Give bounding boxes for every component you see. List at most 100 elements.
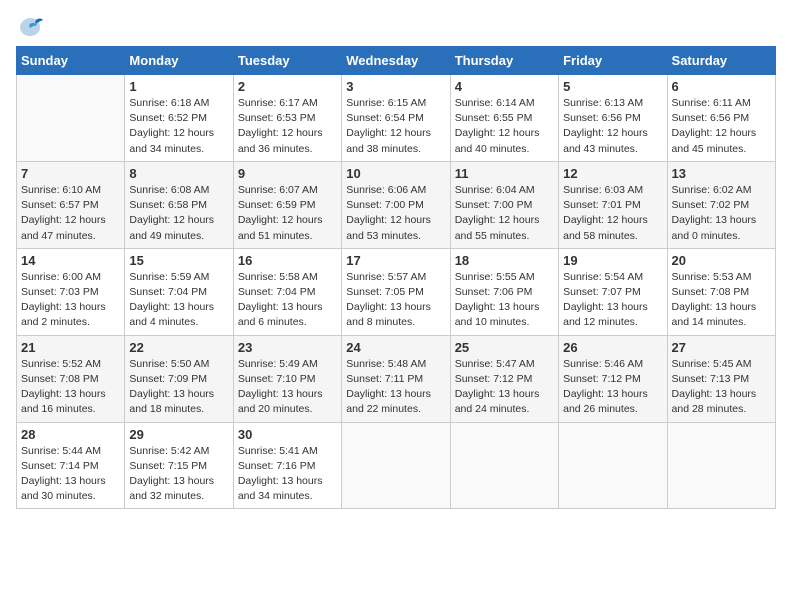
day-number: 6 xyxy=(672,79,771,94)
calendar-cell: 10Sunrise: 6:06 AM Sunset: 7:00 PM Dayli… xyxy=(342,161,450,248)
day-info: Sunrise: 5:45 AM Sunset: 7:13 PM Dayligh… xyxy=(672,357,771,418)
calendar-cell: 20Sunrise: 5:53 AM Sunset: 7:08 PM Dayli… xyxy=(667,248,775,335)
day-info: Sunrise: 5:42 AM Sunset: 7:15 PM Dayligh… xyxy=(129,444,228,505)
day-info: Sunrise: 5:58 AM Sunset: 7:04 PM Dayligh… xyxy=(238,270,337,331)
day-info: Sunrise: 6:11 AM Sunset: 6:56 PM Dayligh… xyxy=(672,96,771,157)
calendar-cell: 9 Sunrise: 6:07 AM Sunset: 6:59 PM Daylig… xyxy=(233,161,341,248)
day-number: 8 xyxy=(129,166,228,181)
calendar-header-friday: Friday xyxy=(559,47,667,75)
day-number: 15 xyxy=(129,253,228,268)
calendar-header-sunday: Sunday xyxy=(17,47,125,75)
day-info: Sunrise: 6:02 AM Sunset: 7:02 PM Dayligh… xyxy=(672,183,771,244)
day-number: 11 xyxy=(455,166,554,181)
calendar-cell: 21 Sunrise: 5:52 AM Sunset: 7:08 PM Dayli… xyxy=(17,335,125,422)
calendar-cell: 1 Sunrise: 6:18 AM Sunset: 6:52 PM Daylig… xyxy=(125,75,233,162)
calendar-cell: 7 Sunrise: 6:10 AM Sunset: 6:57 PM Daylig… xyxy=(17,161,125,248)
calendar-cell: 12 Sunrise: 6:03 AM Sunset: 7:01 PM Dayli… xyxy=(559,161,667,248)
calendar-cell: 27 Sunrise: 5:45 AM Sunset: 7:13 PM Dayli… xyxy=(667,335,775,422)
calendar-cell: 5 Sunrise: 6:13 AM Sunset: 6:56 PM Daylig… xyxy=(559,75,667,162)
day-number: 30 xyxy=(238,427,337,442)
day-number: 4 xyxy=(455,79,554,94)
day-info: Sunrise: 5:57 AM Sunset: 7:05 PM Dayligh… xyxy=(346,270,445,331)
calendar-header-wednesday: Wednesday xyxy=(342,47,450,75)
day-info: Sunrise: 5:52 AM Sunset: 7:08 PM Dayligh… xyxy=(21,357,120,418)
calendar-week-row: 21 Sunrise: 5:52 AM Sunset: 7:08 PM Dayli… xyxy=(17,335,776,422)
header xyxy=(16,16,776,38)
calendar-cell: 11Sunrise: 6:04 AM Sunset: 7:00 PM Dayli… xyxy=(450,161,558,248)
calendar-cell: 26 Sunrise: 5:46 AM Sunset: 7:12 PM Dayli… xyxy=(559,335,667,422)
calendar-header-tuesday: Tuesday xyxy=(233,47,341,75)
calendar-cell: 18Sunrise: 5:55 AM Sunset: 7:06 PM Dayli… xyxy=(450,248,558,335)
day-info: Sunrise: 6:08 AM Sunset: 6:58 PM Dayligh… xyxy=(129,183,228,244)
day-number: 27 xyxy=(672,340,771,355)
calendar-cell: 4 Sunrise: 6:14 AM Sunset: 6:55 PM Daylig… xyxy=(450,75,558,162)
calendar-header-saturday: Saturday xyxy=(667,47,775,75)
day-number: 25 xyxy=(455,340,554,355)
calendar-header-monday: Monday xyxy=(125,47,233,75)
calendar-week-row: 28 Sunrise: 5:44 AM Sunset: 7:14 PM Dayli… xyxy=(17,422,776,509)
day-number: 1 xyxy=(129,79,228,94)
calendar-table: SundayMondayTuesdayWednesdayThursdayFrid… xyxy=(16,46,776,509)
calendar-cell: 29 Sunrise: 5:42 AM Sunset: 7:15 PM Dayli… xyxy=(125,422,233,509)
day-info: Sunrise: 6:13 AM Sunset: 6:56 PM Dayligh… xyxy=(563,96,662,157)
calendar-cell xyxy=(450,422,558,509)
day-number: 24 xyxy=(346,340,445,355)
day-info: Sunrise: 6:03 AM Sunset: 7:01 PM Dayligh… xyxy=(563,183,662,244)
calendar-cell: 3 Sunrise: 6:15 AM Sunset: 6:54 PM Daylig… xyxy=(342,75,450,162)
calendar-cell xyxy=(667,422,775,509)
calendar-week-row: 1 Sunrise: 6:18 AM Sunset: 6:52 PM Daylig… xyxy=(17,75,776,162)
calendar-header-row: SundayMondayTuesdayWednesdayThursdayFrid… xyxy=(17,47,776,75)
day-number: 22 xyxy=(129,340,228,355)
day-info: Sunrise: 5:46 AM Sunset: 7:12 PM Dayligh… xyxy=(563,357,662,418)
day-info: Sunrise: 5:54 AM Sunset: 7:07 PM Dayligh… xyxy=(563,270,662,331)
calendar-cell: 23 Sunrise: 5:49 AM Sunset: 7:10 PM Dayli… xyxy=(233,335,341,422)
calendar-cell xyxy=(17,75,125,162)
day-number: 16 xyxy=(238,253,337,268)
day-number: 13 xyxy=(672,166,771,181)
logo-bird-icon xyxy=(16,16,44,38)
calendar-cell: 2 Sunrise: 6:17 AM Sunset: 6:53 PM Daylig… xyxy=(233,75,341,162)
calendar-cell: 8 Sunrise: 6:08 AM Sunset: 6:58 PM Daylig… xyxy=(125,161,233,248)
day-number: 23 xyxy=(238,340,337,355)
day-info: Sunrise: 5:55 AM Sunset: 7:06 PM Dayligh… xyxy=(455,270,554,331)
day-info: Sunrise: 6:17 AM Sunset: 6:53 PM Dayligh… xyxy=(238,96,337,157)
day-number: 3 xyxy=(346,79,445,94)
day-number: 9 xyxy=(238,166,337,181)
calendar-week-row: 7 Sunrise: 6:10 AM Sunset: 6:57 PM Daylig… xyxy=(17,161,776,248)
calendar-cell: 24 Sunrise: 5:48 AM Sunset: 7:11 PM Dayli… xyxy=(342,335,450,422)
day-info: Sunrise: 5:59 AM Sunset: 7:04 PM Dayligh… xyxy=(129,270,228,331)
day-number: 26 xyxy=(563,340,662,355)
calendar-cell xyxy=(342,422,450,509)
calendar-cell: 13 Sunrise: 6:02 AM Sunset: 7:02 PM Dayli… xyxy=(667,161,775,248)
day-info: Sunrise: 5:49 AM Sunset: 7:10 PM Dayligh… xyxy=(238,357,337,418)
day-info: Sunrise: 6:00 AM Sunset: 7:03 PM Dayligh… xyxy=(21,270,120,331)
day-info: Sunrise: 5:50 AM Sunset: 7:09 PM Dayligh… xyxy=(129,357,228,418)
day-info: Sunrise: 6:14 AM Sunset: 6:55 PM Dayligh… xyxy=(455,96,554,157)
day-number: 20 xyxy=(672,253,771,268)
day-number: 7 xyxy=(21,166,120,181)
day-number: 2 xyxy=(238,79,337,94)
day-info: Sunrise: 6:18 AM Sunset: 6:52 PM Dayligh… xyxy=(129,96,228,157)
calendar-cell: 28 Sunrise: 5:44 AM Sunset: 7:14 PM Dayli… xyxy=(17,422,125,509)
day-number: 19 xyxy=(563,253,662,268)
day-info: Sunrise: 5:48 AM Sunset: 7:11 PM Dayligh… xyxy=(346,357,445,418)
day-info: Sunrise: 5:44 AM Sunset: 7:14 PM Dayligh… xyxy=(21,444,120,505)
day-number: 17 xyxy=(346,253,445,268)
calendar-cell: 19 Sunrise: 5:54 AM Sunset: 7:07 PM Dayli… xyxy=(559,248,667,335)
day-number: 21 xyxy=(21,340,120,355)
day-number: 28 xyxy=(21,427,120,442)
calendar-cell xyxy=(559,422,667,509)
day-info: Sunrise: 5:47 AM Sunset: 7:12 PM Dayligh… xyxy=(455,357,554,418)
day-info: Sunrise: 6:15 AM Sunset: 6:54 PM Dayligh… xyxy=(346,96,445,157)
logo xyxy=(16,16,48,38)
day-info: Sunrise: 5:41 AM Sunset: 7:16 PM Dayligh… xyxy=(238,444,337,505)
day-info: Sunrise: 6:10 AM Sunset: 6:57 PM Dayligh… xyxy=(21,183,120,244)
day-number: 29 xyxy=(129,427,228,442)
day-info: Sunrise: 6:07 AM Sunset: 6:59 PM Dayligh… xyxy=(238,183,337,244)
calendar-cell: 22 Sunrise: 5:50 AM Sunset: 7:09 PM Dayli… xyxy=(125,335,233,422)
day-info: Sunrise: 6:06 AM Sunset: 7:00 PM Dayligh… xyxy=(346,183,445,244)
calendar-header-thursday: Thursday xyxy=(450,47,558,75)
calendar-cell: 15 Sunrise: 5:59 AM Sunset: 7:04 PM Dayli… xyxy=(125,248,233,335)
day-number: 5 xyxy=(563,79,662,94)
day-number: 12 xyxy=(563,166,662,181)
